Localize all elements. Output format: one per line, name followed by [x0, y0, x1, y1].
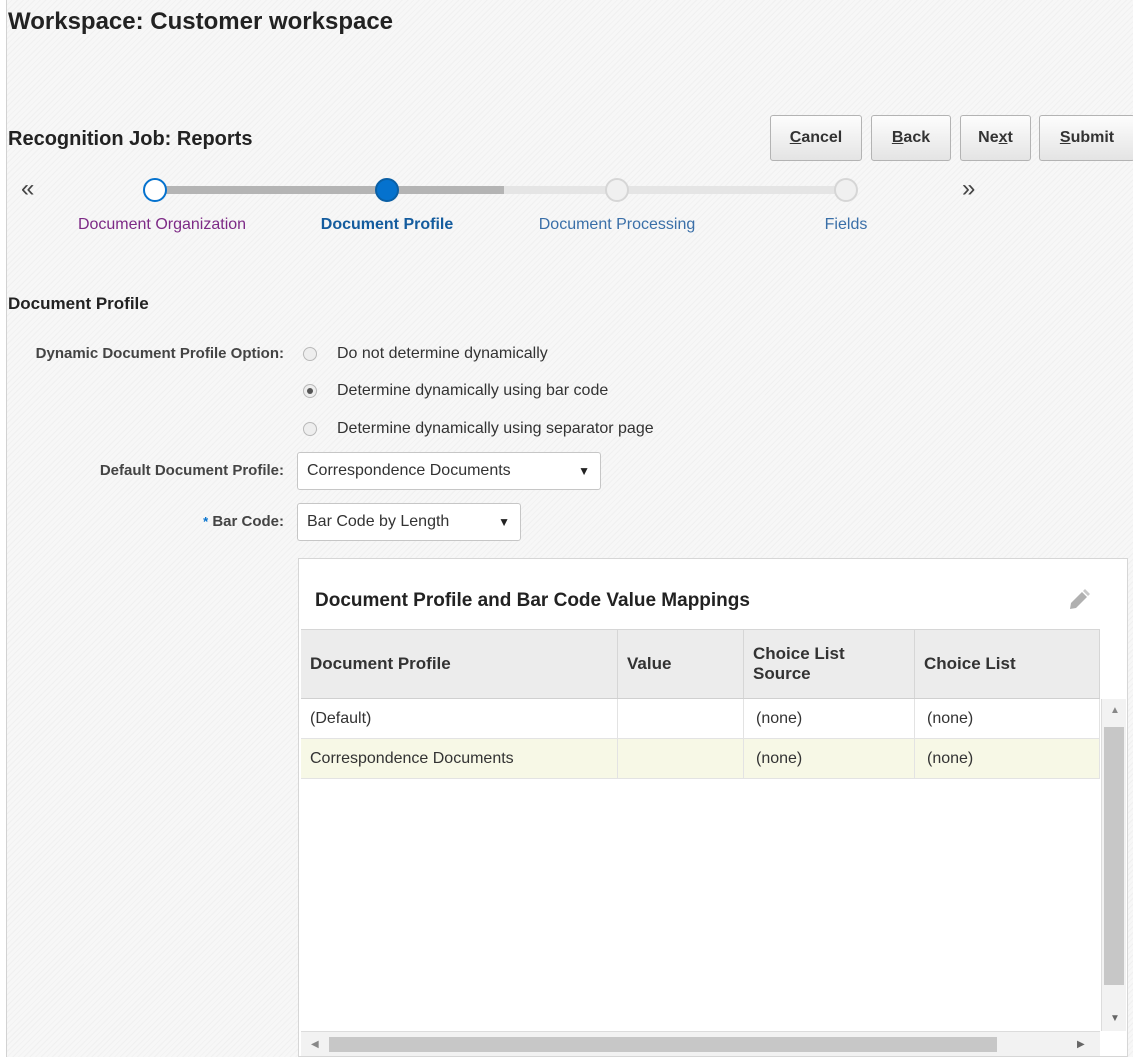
radio-separator-page[interactable]: Determine dynamically using separator pa…: [303, 418, 654, 440]
job-title: Recognition Job: Reports: [8, 128, 253, 150]
train-stop-document-organization[interactable]: [143, 178, 167, 202]
train-rail-progress: [388, 186, 504, 194]
column-header-label: Choice List: [924, 654, 1016, 673]
chevron-down-icon: ▼: [578, 464, 590, 478]
cell-document-profile: (Default): [301, 699, 618, 738]
required-indicator: *: [203, 514, 209, 529]
table-row-selected[interactable]: Correspondence Documents (none) (none): [301, 739, 1100, 779]
horizontal-scrollbar[interactable]: ◀ ▶: [301, 1031, 1100, 1056]
radio-label: Determine dynamically using bar code: [337, 382, 609, 399]
scroll-right-icon[interactable]: ▶: [1077, 1039, 1085, 1050]
barcode-label-text: Bar Code:: [212, 513, 284, 530]
default-profile-value: Correspondence Documents: [307, 462, 511, 479]
radio-button[interactable]: [303, 422, 317, 436]
radio-button-selected[interactable]: [303, 384, 317, 398]
chevron-down-icon: ▼: [498, 515, 510, 529]
next-label-pre: Ne: [978, 129, 999, 146]
scroll-down-icon[interactable]: ▼: [1110, 1013, 1120, 1024]
train-previous-icon[interactable]: «: [21, 175, 34, 203]
cell-choice-list: (none): [915, 699, 1100, 738]
train-rail-remaining: [504, 186, 846, 194]
workspace-title: Workspace: Customer workspace: [8, 8, 394, 35]
mappings-title: Document Profile and Bar Code Value Mapp…: [315, 590, 750, 611]
mappings-panel: Document Profile and Bar Code Value Mapp…: [298, 558, 1128, 1057]
cell-choice-list-source: (none): [744, 739, 915, 778]
default-profile-label: Default Document Profile:: [10, 460, 284, 482]
cell-choice-list: (none): [915, 739, 1100, 778]
vertical-scroll-thumb[interactable]: [1104, 727, 1124, 985]
vertical-scrollbar[interactable]: ▲ ▼: [1101, 699, 1126, 1031]
train-rail-completed: [160, 186, 388, 194]
train-stop-document-profile[interactable]: [375, 178, 399, 202]
column-header-choice-list-source[interactable]: Choice List Source: [744, 630, 915, 698]
radio-label: Determine dynamically using separator pa…: [337, 420, 654, 437]
scroll-left-icon[interactable]: ◀: [311, 1039, 319, 1050]
train-label-text: Document Processing: [538, 216, 696, 233]
back-accel: B: [891, 129, 904, 146]
radio-button[interactable]: [303, 347, 317, 361]
default-profile-label-text: Default Document Profile:: [99, 462, 284, 479]
edit-icon[interactable]: [1066, 588, 1092, 614]
next-button[interactable]: Next: [960, 115, 1031, 161]
column-header-label: Document Profile: [310, 654, 451, 673]
cell-value: [618, 699, 744, 738]
dynamic-profile-label: Dynamic Document Profile Option:: [14, 343, 284, 365]
left-border: [0, 0, 7, 1057]
scroll-up-icon[interactable]: ▲: [1110, 705, 1120, 716]
back-button[interactable]: Back: [871, 115, 951, 161]
column-header-label: Value: [627, 654, 672, 673]
table-row[interactable]: (Default) (none) (none): [301, 699, 1100, 739]
train-label-text: Document Organization: [77, 216, 247, 233]
cancel-accel: C: [789, 129, 802, 146]
cancel-button[interactable]: Cancel: [770, 115, 862, 161]
train-label-fields[interactable]: Fields: [746, 214, 946, 236]
submit-accel: S: [1059, 129, 1071, 146]
submit-label: ubmit: [1070, 129, 1115, 146]
back-label: ack: [903, 129, 931, 146]
default-profile-select[interactable]: Correspondence Documents ▼: [297, 452, 601, 490]
cancel-label: ancel: [801, 129, 843, 146]
cell-document-profile: Correspondence Documents: [301, 739, 618, 778]
barcode-value: Bar Code by Length: [307, 513, 450, 530]
train-label-document-organization[interactable]: Document Organization: [62, 214, 262, 236]
radio-do-not-determine[interactable]: Do not determine dynamically: [303, 343, 548, 365]
radio-bar-code[interactable]: Determine dynamically using bar code: [303, 380, 608, 402]
cell-choice-list-source: (none): [744, 699, 915, 738]
column-header-label: Choice List Source: [753, 644, 845, 683]
train-stop-document-processing[interactable]: [605, 178, 629, 202]
next-accel: x: [998, 129, 1008, 146]
dynamic-profile-label-text: Dynamic Document Profile Option:: [35, 345, 284, 362]
train-stop-fields[interactable]: [834, 178, 858, 202]
column-header-choice-list[interactable]: Choice List: [915, 630, 1100, 698]
radio-label: Do not determine dynamically: [337, 345, 548, 362]
column-header-value[interactable]: Value: [618, 630, 744, 698]
column-header-document-profile[interactable]: Document Profile: [301, 630, 618, 698]
train-label-text: Fields: [824, 216, 868, 233]
cell-value: [618, 739, 744, 778]
barcode-select[interactable]: Bar Code by Length ▼: [297, 503, 521, 541]
train-label-text: Document Profile: [320, 216, 454, 233]
next-label-rest: t: [1007, 129, 1013, 146]
submit-button[interactable]: Submit: [1039, 115, 1133, 161]
horizontal-scroll-thumb[interactable]: [329, 1037, 997, 1052]
barcode-label: * Bar Code:: [10, 511, 284, 533]
train-label-document-processing[interactable]: Document Processing: [517, 214, 717, 236]
train-label-document-profile[interactable]: Document Profile: [287, 214, 487, 236]
train-next-icon[interactable]: »: [962, 175, 975, 203]
table-header: Document Profile Value Choice List Sourc…: [301, 629, 1100, 699]
section-title: Document Profile: [8, 294, 149, 313]
